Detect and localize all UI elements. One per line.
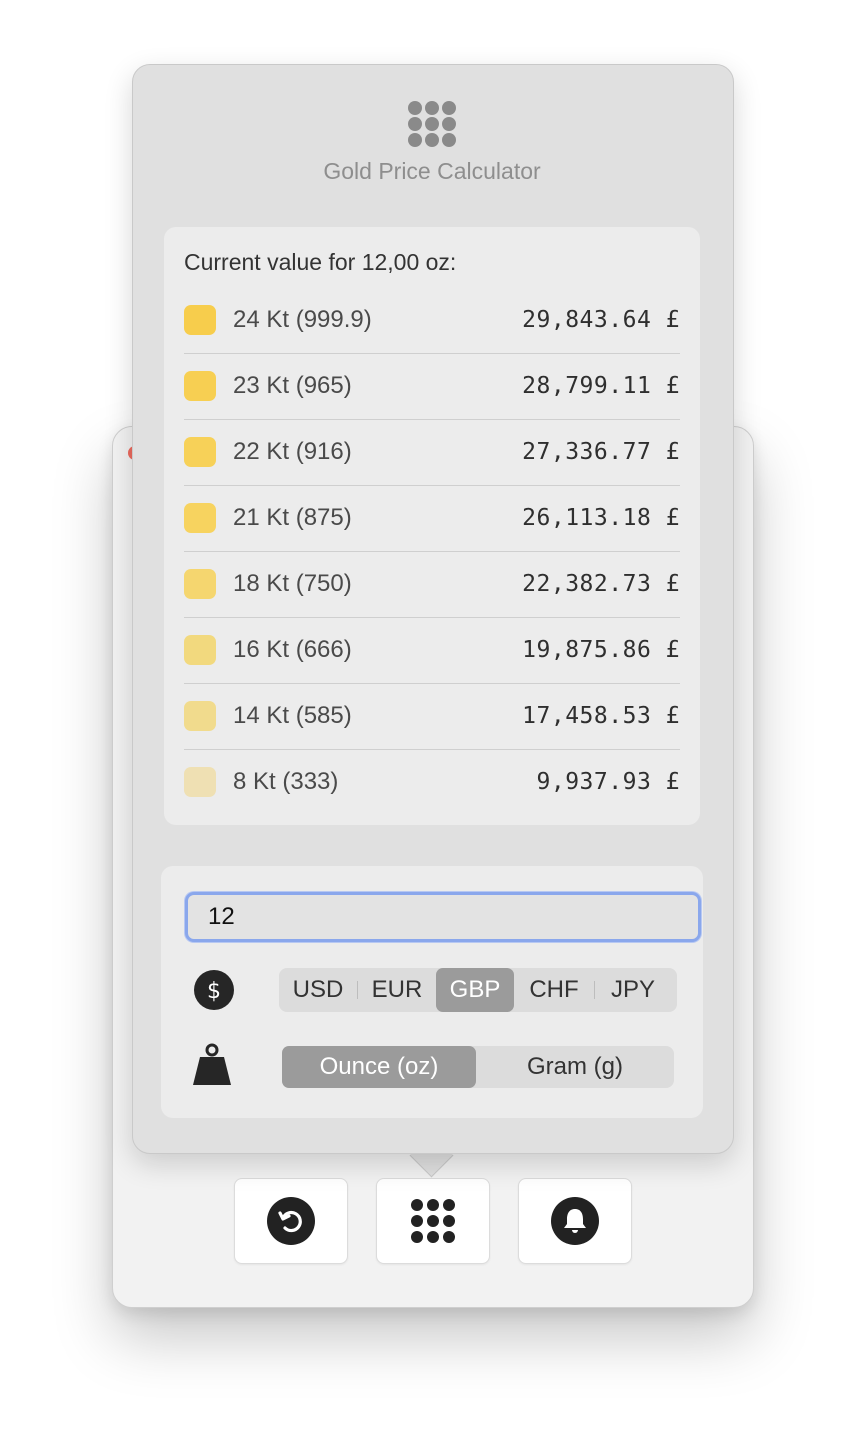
bell-icon [551,1197,599,1245]
currency-option-eur[interactable]: EUR [358,968,436,1012]
gold-swatch [184,767,216,797]
list-item: 24 Kt (999.9) 29,843.64 £ [184,287,680,354]
value-label: 19,875.86 £ [522,637,680,663]
refresh-button[interactable] [234,1178,348,1264]
list-item: 16 Kt (666) 19,875.86 £ [184,617,680,684]
list-item: 8 Kt (333) 9,937.93 £ [184,749,680,815]
list-item: 18 Kt (750) 22,382.73 £ [184,551,680,618]
gold-swatch [184,569,216,599]
svg-text:$: $ [207,979,221,1004]
karat-label: 23 Kt (965) [233,372,352,399]
currency-icon-wrap: $ [193,969,235,1011]
refresh-icon [267,1197,315,1245]
list-item: 21 Kt (875) 26,113.18 £ [184,485,680,552]
value-label: 9,937.93 £ [536,769,680,795]
value-label: 22,382.73 £ [522,571,680,597]
gold-swatch [184,437,216,467]
gold-swatch [184,701,216,731]
karat-label: 14 Kt (585) [233,702,352,729]
karat-label: 24 Kt (999.9) [233,306,372,333]
app-title: Gold Price Calculator [323,158,541,184]
gold-swatch [184,503,216,533]
unit-selector: Ounce (oz) Gram (g) [282,1046,674,1088]
unit-icon-wrap [191,1043,233,1086]
list-item: 22 Kt (916) 27,336.77 £ [184,419,680,486]
value-label: 26,113.18 £ [522,505,680,531]
results-heading: Current value for 12,00 oz: [184,249,457,275]
currency-option-jpy[interactable]: JPY [595,968,671,1012]
value-label: 29,843.64 £ [522,307,680,333]
value-label: 28,799.11 £ [522,373,680,399]
karat-label: 8 Kt (333) [233,768,339,795]
settings-card: $ USD EUR GBP CHF JPY Ounce (oz) Gram (g… [161,866,703,1118]
results-card: Current value for 12,00 oz: 24 Kt (999.9… [164,227,700,825]
value-label: 17,458.53 £ [522,703,680,729]
alerts-button[interactable] [518,1178,632,1264]
karat-label: 16 Kt (666) [233,636,352,663]
amount-input[interactable] [185,892,701,942]
gold-swatch [184,371,216,401]
weight-icon [193,1043,231,1085]
karat-label: 18 Kt (750) [233,570,352,597]
calculator-button[interactable] [376,1178,490,1264]
currency-option-chf[interactable]: CHF [514,968,594,1012]
currency-option-usd[interactable]: USD [279,968,357,1012]
unit-option-ounce[interactable]: Ounce (oz) [282,1046,476,1088]
karat-label: 22 Kt (916) [233,438,352,465]
gold-swatch [184,635,216,665]
karat-label: 21 Kt (875) [233,504,352,531]
dollar-circle-icon: $ [194,970,234,1010]
currency-selector: USD EUR GBP CHF JPY [279,968,677,1012]
value-label: 27,336.77 £ [522,439,680,465]
currency-option-gbp[interactable]: GBP [436,968,514,1012]
keypad-icon [408,101,456,147]
list-item: 23 Kt (965) 28,799.11 £ [184,353,680,420]
keypad-icon [411,1199,455,1243]
gold-swatch [184,305,216,335]
unit-option-gram[interactable]: Gram (g) [476,1046,674,1088]
list-item: 14 Kt (585) 17,458.53 £ [184,683,680,750]
